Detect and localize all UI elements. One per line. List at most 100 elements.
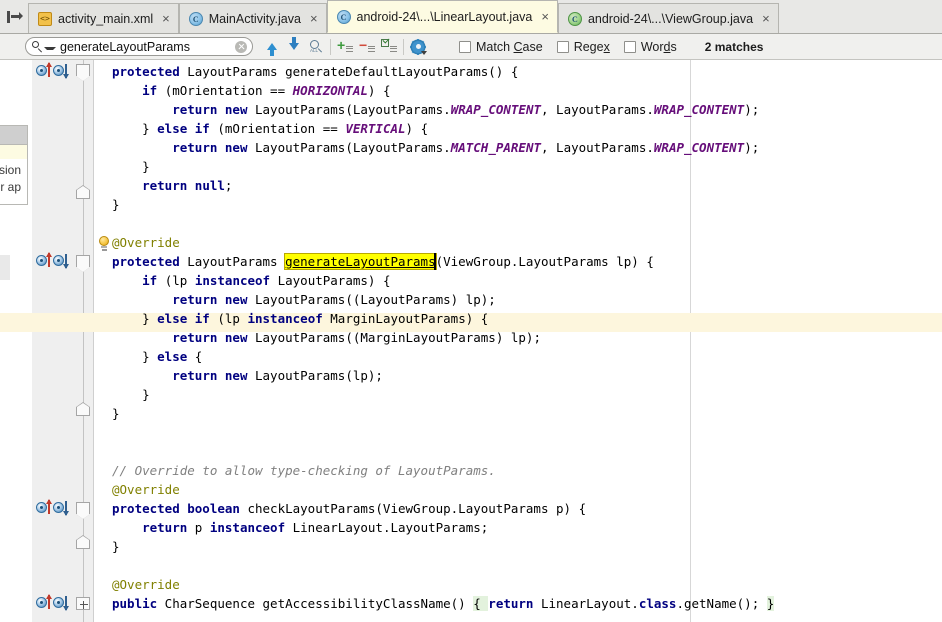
code-token: );	[744, 102, 760, 117]
hide-sidebar-icon	[7, 10, 23, 23]
fold-marker-end[interactable]	[76, 535, 91, 555]
add-occurrence-button[interactable]: +	[334, 36, 356, 58]
code-text[interactable]: protected LayoutParams generateDefaultLa…	[0, 60, 942, 622]
toolbar-divider	[330, 38, 331, 55]
xml-file-icon	[38, 11, 52, 26]
code-token: }	[112, 197, 120, 212]
search-match-highlight: generateLayoutParams	[284, 253, 437, 270]
find-previous-button[interactable]	[261, 36, 283, 58]
code-token: }	[112, 349, 158, 364]
code-token: return new	[172, 368, 248, 383]
close-icon[interactable]: ×	[762, 12, 770, 25]
fold-marker-start[interactable]	[76, 64, 91, 81]
code-token: instanceof	[194, 273, 271, 288]
java-class-icon-green	[567, 11, 582, 26]
code-token: return	[488, 596, 534, 611]
code-token: (mOrientation ==	[157, 83, 293, 98]
code-token: else if	[157, 311, 210, 326]
intellij-editor-window: activity_main.xml×MainActivity.java×andr…	[0, 0, 942, 622]
fold-marker-start[interactable]	[76, 502, 91, 519]
code-editor[interactable]: protected LayoutParams generateDefaultLa…	[0, 60, 942, 622]
code-token: LayoutParams((LayoutParams) lp);	[247, 292, 496, 307]
editor-tab-1[interactable]: MainActivity.java ×	[178, 3, 327, 33]
find-previous-icon	[267, 43, 277, 56]
code-token: protected	[112, 64, 180, 79]
code-token: HORIZONTAL	[292, 83, 368, 98]
java-class-icon	[336, 9, 351, 24]
code-line: }	[112, 157, 150, 176]
find-option-label-mnemonic: x	[603, 39, 610, 54]
code-token: p	[187, 520, 210, 535]
intention-bulb-icon[interactable]	[97, 236, 111, 252]
search-history-chevron-down-icon[interactable]	[44, 47, 56, 50]
editor-tab-0[interactable]: activity_main.xml ×	[28, 3, 179, 33]
select-all-occurrences-button[interactable]	[378, 36, 400, 58]
code-token: return new	[172, 330, 248, 345]
code-line: return new LayoutParams(LayoutParams.WRA…	[112, 100, 759, 119]
code-token: }	[112, 387, 150, 402]
fold-marker-end[interactable]	[76, 402, 91, 422]
code-token: (lp	[157, 273, 195, 288]
clear-search-icon[interactable]	[235, 40, 247, 53]
code-token: class	[638, 596, 677, 611]
code-token: (ViewGroup.LayoutParams lp) {	[435, 254, 654, 269]
find-option-0[interactable]: Match Case	[459, 40, 543, 54]
checkbox-icon[interactable]	[623, 40, 636, 53]
code-token: LayoutParams(LayoutParams.	[247, 140, 451, 155]
close-icon[interactable]: ×	[162, 12, 170, 25]
java-class-icon	[188, 11, 203, 26]
code-token: instanceof	[247, 311, 323, 326]
find-all-button[interactable]: ALL	[305, 36, 327, 58]
code-token: return new	[172, 140, 248, 155]
editor-tab-label: MainActivity.java	[208, 11, 301, 26]
fold-marker-end[interactable]	[76, 185, 91, 205]
editor-tab-2[interactable]: android-24\...\LinearLayout.java ×	[326, 0, 558, 33]
code-token: LinearLayout.	[533, 596, 639, 611]
code-line: if (mOrientation == HORIZONTAL) {	[112, 81, 390, 100]
find-option-2[interactable]: Words	[623, 40, 677, 54]
close-icon[interactable]: ×	[310, 12, 318, 25]
find-settings-button[interactable]	[407, 36, 429, 58]
code-line: return new LayoutParams(lp);	[112, 366, 383, 385]
code-line: public CharSequence getAccessibilityClas…	[112, 594, 775, 613]
code-token: .getName();	[676, 596, 767, 611]
code-token: VERTICAL	[345, 121, 406, 136]
find-option-label: Words	[641, 40, 677, 54]
match-count-label: 2 matches	[704, 39, 764, 54]
find-next-button[interactable]	[283, 36, 305, 58]
code-token: LayoutParams((MarginLayoutParams) lp);	[247, 330, 541, 345]
hide-sidebar-button[interactable]	[0, 0, 28, 33]
remove-occurrence-button[interactable]: −	[356, 36, 378, 58]
checkbox-icon[interactable]	[556, 40, 569, 53]
find-option-label: Match Case	[476, 40, 543, 54]
close-icon[interactable]: ×	[541, 10, 549, 23]
find-option-label-pre: Rege	[573, 39, 604, 54]
checkbox-icon[interactable]	[459, 40, 471, 53]
fold-marker-plus[interactable]	[76, 597, 91, 612]
code-token: WRAP_CONTENT	[450, 102, 541, 117]
fold-marker-start[interactable]	[76, 255, 91, 272]
editor-tab-3[interactable]: android-24\...\ViewGroup.java ×	[557, 3, 779, 33]
code-token: // Override to allow type-checking of La…	[112, 463, 496, 478]
code-line: if (lp instanceof LayoutParams) {	[112, 271, 390, 290]
code-token: , LayoutParams.	[541, 140, 654, 155]
code-token: return null	[142, 178, 225, 193]
code-line: protected LayoutParams generateLayoutPar…	[112, 252, 654, 271]
code-token: @Override	[112, 482, 180, 497]
code-token: MATCH_PARENT	[450, 140, 541, 155]
code-token: @Override	[112, 577, 180, 592]
code-line: @Override	[112, 575, 180, 594]
code-token: CharSequence getAccessibilityClassName()	[157, 596, 474, 611]
code-token: }	[112, 159, 150, 174]
search-input[interactable]: generateLayoutParams	[25, 37, 253, 56]
find-option-1[interactable]: Regex	[556, 39, 610, 54]
code-line: } else {	[112, 347, 202, 366]
code-token: MarginLayoutParams) {	[322, 311, 489, 326]
inspection-tooltip: rsion or ap	[0, 125, 28, 205]
code-line: }	[112, 537, 120, 556]
find-settings-gear-icon	[410, 38, 427, 55]
editor-tab-label: android-24\...\LinearLayout.java	[356, 9, 533, 24]
